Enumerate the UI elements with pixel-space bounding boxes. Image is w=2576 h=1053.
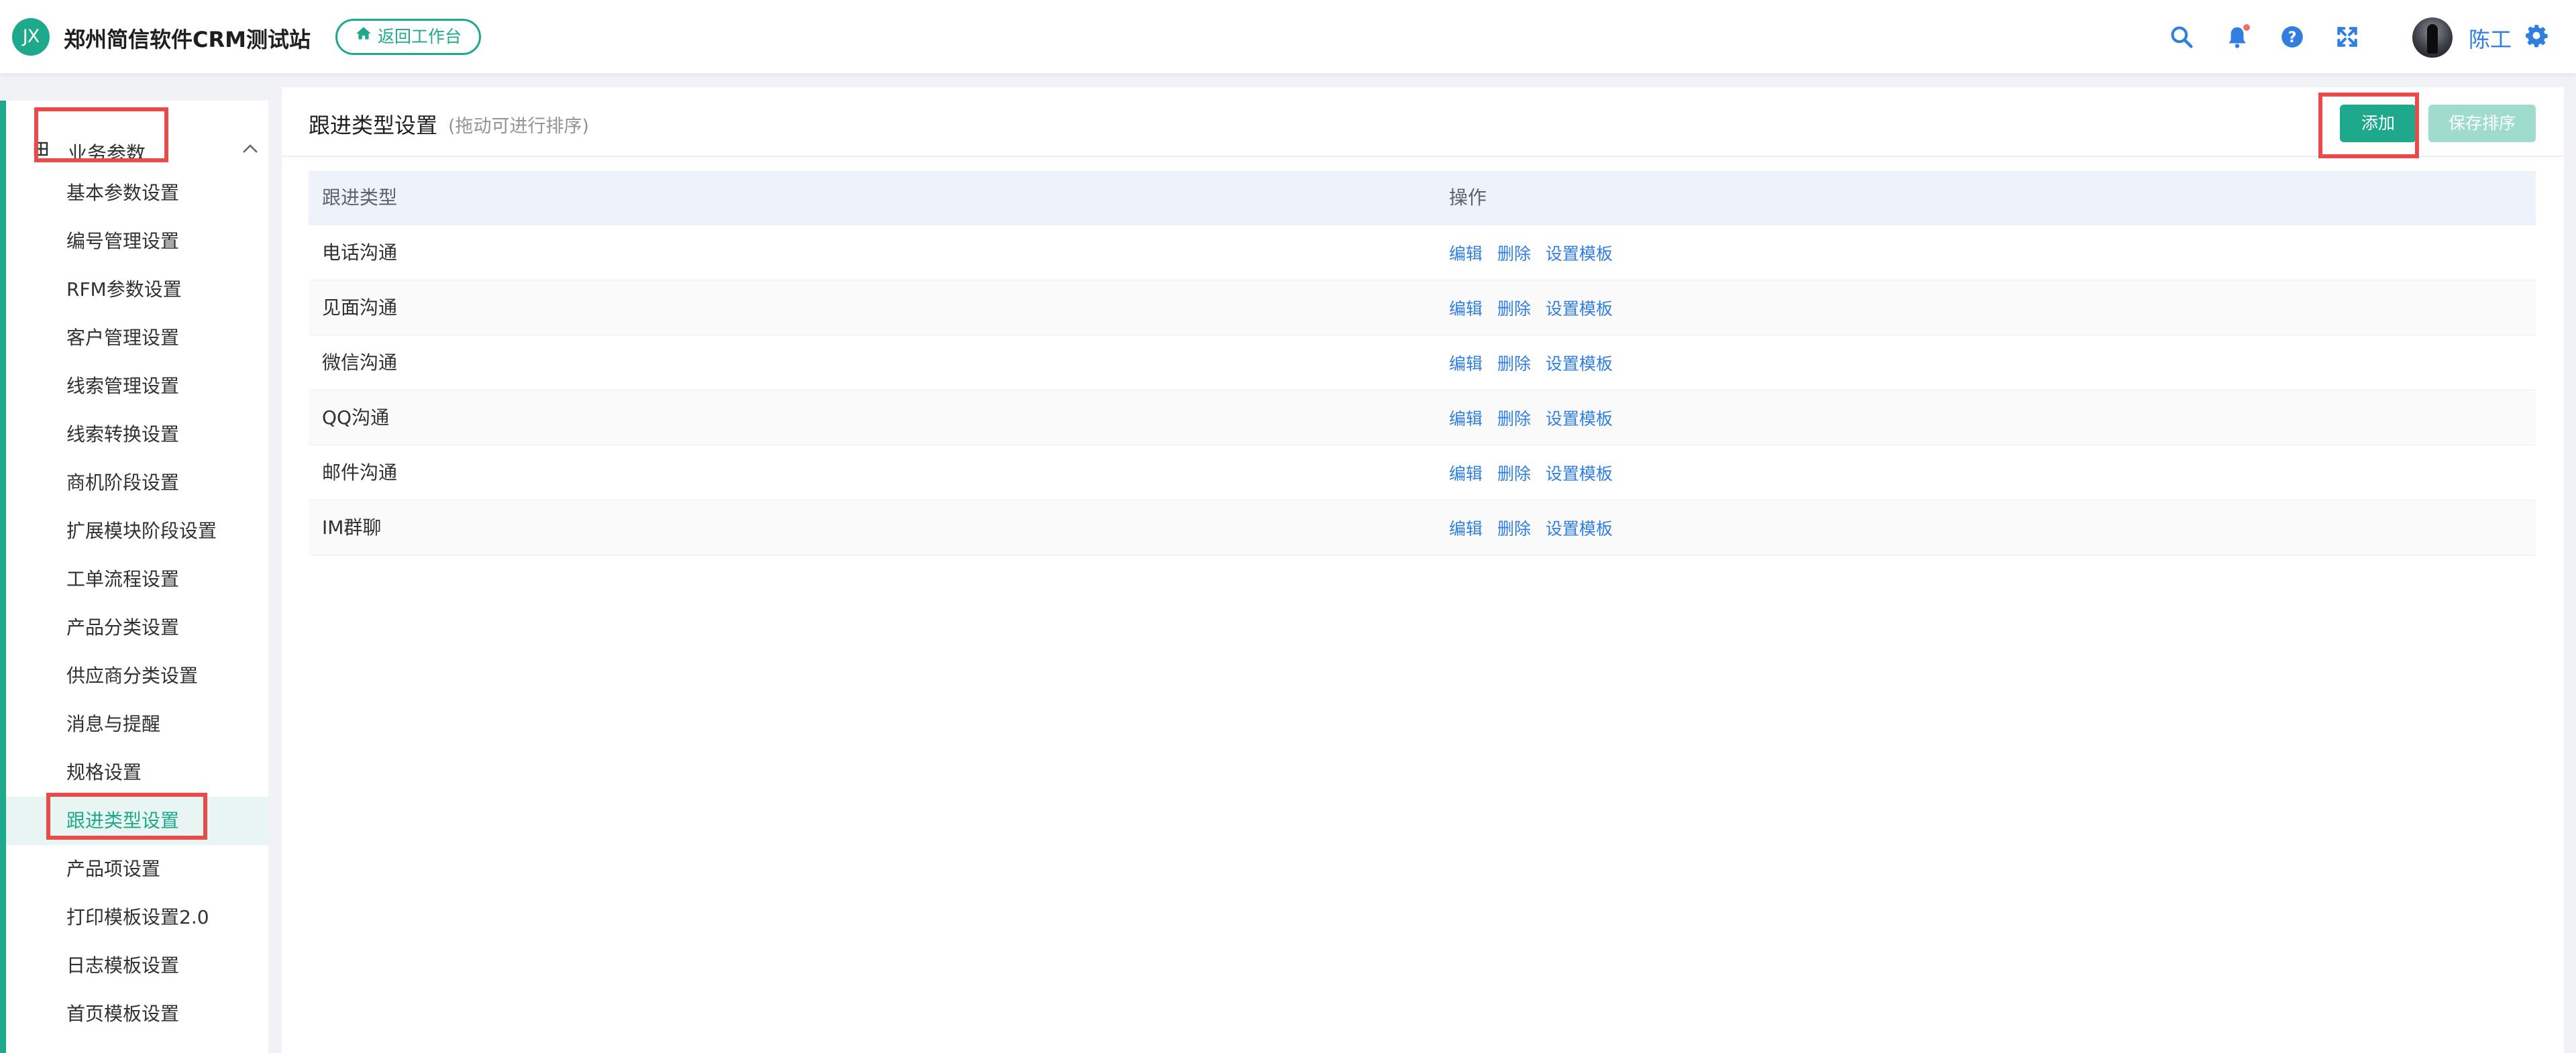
back-to-workbench-button[interactable]: 返回工作台 [335, 19, 482, 55]
follow-type-name: 邮件沟通 [322, 461, 398, 484]
delete-link[interactable]: 删除 [1497, 241, 1531, 265]
sidebar-item[interactable]: 产品项设置 [6, 845, 268, 893]
edit-link[interactable]: 编辑 [1449, 351, 1483, 375]
sidebar-item[interactable]: 消息与提醒 [6, 700, 268, 749]
column-header-actions: 操作 [1449, 186, 1487, 209]
sidebar-group-business-params[interactable]: 业务参数 [6, 114, 268, 165]
sidebar-item[interactable]: 线索转换设置 [6, 410, 268, 459]
fullscreen-icon[interactable] [2334, 24, 2360, 50]
delete-link[interactable]: 删除 [1497, 351, 1531, 375]
sidebar: 业务参数 基本参数设置 编号管理设置 RFM参数设置 客户管理设置 线索管理设置 线索转换… [0, 101, 268, 1053]
set-template-link[interactable]: 设置模板 [1546, 406, 1613, 430]
panel-header: 跟进类型设置 (拖动可进行排序) 添加 保存排序 [282, 87, 2564, 157]
back-to-workbench-label: 返回工作台 [378, 27, 462, 46]
main-panel: 跟进类型设置 (拖动可进行排序) 添加 保存排序 跟进类型 操作 电话沟通 编辑删… [282, 87, 2564, 1053]
table-row[interactable]: 见面沟通 编辑 删除 设置模板 [309, 280, 2536, 335]
follow-type-name: QQ沟通 [322, 406, 390, 429]
delete-link[interactable]: 删除 [1497, 461, 1531, 485]
sidebar-item[interactable]: 编号管理设置 [6, 217, 268, 266]
top-header: JX 郑州简信软件CRM测试站 返回工作台 ? 陈工 [0, 0, 2576, 74]
follow-type-name: 电话沟通 [322, 241, 398, 264]
row-actions: 编辑 删除 设置模板 [1449, 390, 1613, 445]
row-actions: 编辑 删除 设置模板 [1449, 500, 1613, 555]
avatar[interactable] [2412, 17, 2453, 58]
sidebar-item[interactable]: 扩展模块阶段设置 [6, 507, 268, 555]
delete-link[interactable]: 删除 [1497, 516, 1531, 540]
svg-text:?: ? [2288, 29, 2297, 46]
edit-link[interactable]: 编辑 [1449, 296, 1483, 320]
edit-link[interactable]: 编辑 [1449, 461, 1483, 485]
sidebar-item[interactable]: RFM参数设置 [6, 266, 268, 314]
table-row[interactable]: 电话沟通 编辑 删除 设置模板 [309, 225, 2536, 280]
follow-type-name: IM群聊 [322, 516, 382, 539]
avatar-figure [2427, 24, 2438, 54]
delete-link[interactable]: 删除 [1497, 296, 1531, 320]
bell-icon[interactable] [2224, 24, 2250, 50]
edit-link[interactable]: 编辑 [1449, 516, 1483, 540]
sidebar-item[interactable]: 首页模板设置 [6, 990, 268, 1038]
sidebar-item[interactable]: 日志模板设置 [6, 942, 268, 990]
table-row[interactable]: IM群聊 编辑 删除 设置模板 [309, 500, 2536, 555]
logo[interactable]: JX [12, 18, 50, 56]
follow-type-name: 见面沟通 [322, 296, 398, 319]
sidebar-item[interactable]: 产品分类设置 [6, 604, 268, 652]
set-template-link[interactable]: 设置模板 [1546, 241, 1613, 265]
sidebar-item[interactable]: 基本参数设置 [6, 169, 268, 217]
row-actions: 编辑 删除 设置模板 [1449, 225, 1613, 280]
follow-type-table: 跟进类型 操作 电话沟通 编辑 删除 设置模板 见面沟通 编辑 删除 设置模板 微信沟通 编辑 删除… [309, 171, 2536, 555]
row-actions: 编辑 删除 设置模板 [1449, 445, 1613, 500]
set-template-link[interactable]: 设置模板 [1546, 516, 1613, 540]
sidebar-item[interactable]: 供应商分类设置 [6, 652, 268, 700]
sidebar-item[interactable]: 线索管理设置 [6, 362, 268, 410]
site-title: 郑州简信软件CRM测试站 [64, 27, 311, 52]
set-template-link[interactable]: 设置模板 [1546, 296, 1613, 320]
page-title: 跟进类型设置 [309, 113, 438, 138]
sidebar-item[interactable]: 工单流程设置 [6, 555, 268, 604]
user-name[interactable]: 陈工 [2469, 23, 2512, 54]
add-button[interactable]: 添加 [2340, 105, 2416, 142]
gear-icon[interactable] [2524, 23, 2549, 48]
sidebar-item[interactable]: 规格设置 [6, 749, 268, 797]
page-subtitle: (拖动可进行排序) [448, 116, 590, 137]
set-template-link[interactable]: 设置模板 [1546, 351, 1613, 375]
delete-link[interactable]: 删除 [1497, 406, 1531, 430]
edit-link[interactable]: 编辑 [1449, 406, 1483, 430]
column-header-type: 跟进类型 [322, 186, 398, 209]
edit-link[interactable]: 编辑 [1449, 241, 1483, 265]
follow-type-name: 微信沟通 [322, 351, 398, 374]
home-icon [355, 21, 372, 53]
notification-dot [2243, 24, 2250, 31]
table-row[interactable]: QQ沟通 编辑 删除 设置模板 [309, 390, 2536, 445]
table-body: 电话沟通 编辑 删除 设置模板 见面沟通 编辑 删除 设置模板 微信沟通 编辑 删除 设置模板 QQ沟通… [309, 225, 2536, 555]
sidebar-item[interactable]: 客户管理设置 [6, 314, 268, 362]
grid-icon [33, 141, 49, 157]
row-actions: 编辑 删除 设置模板 [1449, 335, 1613, 390]
help-icon[interactable]: ? [2279, 24, 2305, 50]
row-actions: 编辑 删除 设置模板 [1449, 280, 1613, 335]
set-template-link[interactable]: 设置模板 [1546, 461, 1613, 485]
table-row[interactable]: 微信沟通 编辑 删除 设置模板 [309, 335, 2536, 390]
save-sort-button[interactable]: 保存排序 [2428, 105, 2536, 142]
chevron-up-icon[interactable] [241, 141, 260, 157]
sidebar-group-label: 业务参数 [68, 142, 146, 165]
sidebar-item[interactable]: 跟进类型设置 [6, 797, 268, 845]
table-header: 跟进类型 操作 [309, 171, 2536, 225]
sidebar-item[interactable]: 打印模板设置2.0 [6, 893, 268, 942]
table-row[interactable]: 邮件沟通 编辑 删除 设置模板 [309, 445, 2536, 500]
search-icon[interactable] [2169, 24, 2194, 50]
sidebar-item[interactable]: 商机阶段设置 [6, 459, 268, 507]
